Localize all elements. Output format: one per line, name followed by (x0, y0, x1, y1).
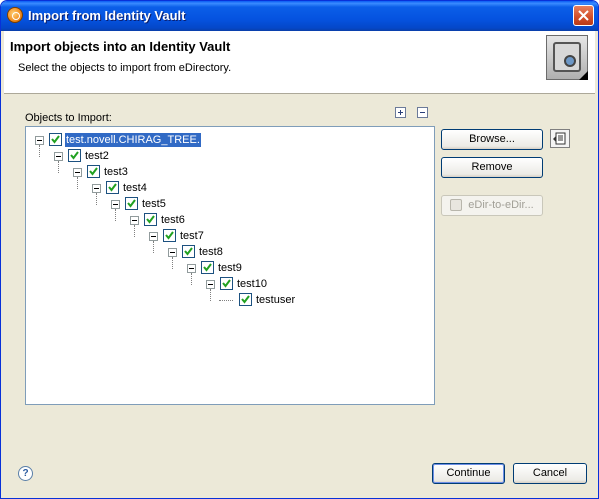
node-checkbox[interactable] (49, 133, 62, 146)
tree-node-label: test9 (218, 262, 242, 274)
node-checkbox[interactable] (106, 181, 119, 194)
tree-node-label: testuser (256, 294, 296, 306)
collapse-toggle-icon[interactable] (54, 152, 63, 161)
edir-icon (450, 199, 462, 211)
tree-node-label: test2 (85, 150, 109, 162)
edir-to-edir-label: eDir-to-eDir... (468, 199, 534, 211)
dialog-window: Import from Identity Vault Import object… (0, 0, 599, 499)
collapse-toggle-icon[interactable] (73, 168, 82, 177)
node-checkbox[interactable] (239, 293, 252, 306)
collapse-toggle-icon[interactable] (130, 216, 139, 225)
collapse-toggle-icon[interactable] (168, 248, 177, 257)
continue-button[interactable]: Continue (432, 463, 505, 484)
remove-button[interactable]: Remove (441, 157, 543, 178)
node-checkbox[interactable] (220, 277, 233, 290)
edir-to-edir-button[interactable]: eDir-to-eDir... (441, 195, 543, 216)
tree-node-label: test10 (237, 278, 267, 290)
objects-to-import-label: Objects to Import: (25, 112, 112, 124)
dialog-header: Import objects into an Identity Vault Se… (4, 31, 595, 94)
tree-node-label: test8 (199, 246, 223, 258)
header-title: Import objects into an Identity Vault (10, 39, 231, 54)
tree-node-label: test3 (104, 166, 128, 178)
collapse-toggle-icon[interactable] (187, 264, 196, 273)
help-icon[interactable]: ? (18, 466, 33, 481)
node-checkbox[interactable] (125, 197, 138, 210)
collapse-toggle-icon[interactable] (35, 136, 44, 145)
close-button[interactable] (573, 5, 594, 26)
tree-node-label: test4 (123, 182, 147, 194)
collapse-all-icon[interactable] (417, 107, 428, 118)
browse-button[interactable]: Browse... (441, 129, 543, 150)
close-icon (578, 10, 589, 21)
collapse-toggle-icon[interactable] (206, 280, 215, 289)
node-checkbox[interactable] (68, 149, 81, 162)
collapse-toggle-icon[interactable] (111, 200, 120, 209)
tree-node-label: test.novell.CHIRAG_TREE. (65, 133, 201, 147)
tree-node-label: test6 (161, 214, 185, 226)
collapse-toggle-icon[interactable] (149, 232, 158, 241)
tree-node-label: test5 (142, 198, 166, 210)
tree-node-label: test7 (180, 230, 204, 242)
import-list-icon[interactable] (550, 129, 570, 148)
objects-tree[interactable]: test.novell.CHIRAG_TREE. test2 test3 test4 t… (25, 126, 435, 405)
identity-vault-icon (546, 35, 588, 80)
cancel-button[interactable]: Cancel (513, 463, 587, 484)
node-checkbox[interactable] (182, 245, 195, 258)
node-checkbox[interactable] (87, 165, 100, 178)
title-bar[interactable]: Import from Identity Vault (1, 1, 598, 31)
header-description: Select the objects to import from eDirec… (18, 62, 232, 74)
collapse-toggle-icon[interactable] (92, 184, 101, 193)
node-checkbox[interactable] (144, 213, 157, 226)
expand-all-icon[interactable] (395, 107, 406, 118)
app-icon (7, 7, 23, 23)
window-title: Import from Identity Vault (28, 8, 186, 23)
node-checkbox[interactable] (163, 229, 176, 242)
node-checkbox[interactable] (201, 261, 214, 274)
